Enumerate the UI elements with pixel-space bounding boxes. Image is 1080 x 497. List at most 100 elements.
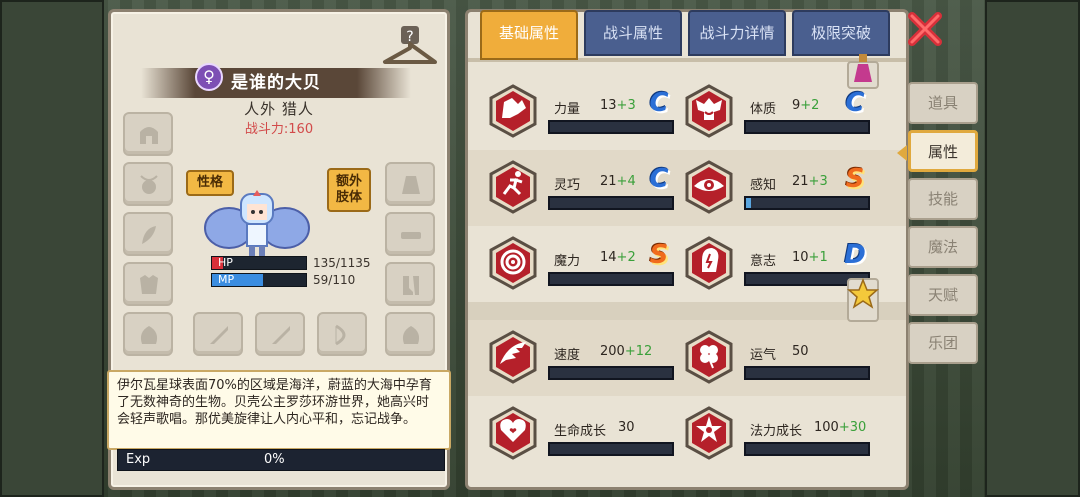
attribute-value: 21+3 [792, 174, 828, 189]
attribute-name: 生命成长 [554, 424, 607, 439]
attribute-base-value: 21 [792, 174, 809, 189]
sword-icon [272, 326, 290, 344]
attribute-name: 力量 [554, 102, 581, 117]
attribute-base-value: 50 [792, 344, 809, 359]
helmet-icon [140, 127, 158, 144]
hp-value: 135/1135 [313, 256, 371, 270]
side-tab-attributes[interactable]: 属性 [897, 130, 978, 172]
attribute-name: 法力成长 [750, 424, 803, 439]
section-divider [468, 302, 906, 320]
slot-ranged[interactable] [317, 312, 367, 356]
attribute-name: 运气 [750, 348, 777, 363]
strong-body-icon [685, 84, 733, 138]
attribute-value: 100+30 [814, 420, 866, 435]
svg-text:❤: ❤ [509, 427, 517, 437]
attribute-base-value: 30 [618, 420, 635, 435]
sword-icon [210, 326, 228, 344]
attribute-progress-bar [744, 196, 870, 210]
shell-icon [140, 326, 158, 344]
star-flame-icon [685, 406, 733, 460]
attribute-progress-bar [744, 120, 870, 134]
attribute-bonus: +30 [838, 420, 867, 435]
feather-icon [142, 226, 156, 244]
slot-weapon-1[interactable] [193, 312, 243, 356]
female-icon: ♀ [195, 63, 223, 91]
tab-basic-attributes[interactable]: 基础属性 [480, 10, 578, 60]
slot-ring-left[interactable] [123, 312, 173, 356]
spiral-icon [489, 236, 537, 290]
slot-head[interactable] [123, 112, 173, 156]
attribute-value: 30 [618, 420, 635, 435]
attribute-value: 14+2 [600, 250, 636, 265]
attribute-grade: C [649, 88, 669, 118]
attribute-value: 21+4 [600, 174, 636, 189]
tab-combat-attributes[interactable]: 战斗属性 [584, 10, 682, 56]
attribute-progress-bar [548, 120, 674, 134]
attribute-progress-bar [548, 366, 674, 380]
side-tab-magic[interactable]: 魔法 [908, 226, 978, 268]
clover-icon [685, 330, 733, 384]
amulet-icon [140, 175, 158, 194]
mp-bar: MP [211, 273, 307, 287]
attribute-base-value: 21 [600, 174, 617, 189]
attribute-value: 13+3 [600, 98, 636, 113]
slot-cloak[interactable] [123, 212, 173, 256]
running-man-icon [489, 160, 537, 214]
attribute-progress-bar [548, 196, 674, 210]
attribute-bonus: +3 [808, 174, 828, 189]
potion-icon[interactable] [846, 52, 880, 90]
attribute-value: 9+2 [792, 98, 819, 113]
attribute-name: 意志 [750, 254, 777, 269]
eye-icon [685, 160, 733, 214]
favorite-star-button[interactable] [847, 278, 879, 322]
background-scenery-right [985, 0, 1080, 497]
exp-label: Exp [126, 452, 151, 467]
slot-ring-right[interactable] [385, 312, 435, 356]
star-icon [847, 278, 879, 309]
attribute-name: 感知 [750, 178, 777, 193]
extra-limb-button[interactable]: 额外 肢体 [327, 168, 371, 212]
side-tab-items[interactable]: 道具 [908, 82, 978, 124]
wing-icon [489, 330, 537, 384]
slot-weapon-2[interactable] [255, 312, 305, 356]
character-name: 是谁的大贝 [231, 73, 321, 93]
slot-neck[interactable] [123, 162, 173, 206]
attribute-progress-fill [746, 198, 751, 208]
side-tab-skills[interactable]: 技能 [908, 178, 978, 220]
boots-icon [403, 276, 419, 295]
hp-bar: HP [211, 256, 307, 270]
slot-feet[interactable] [385, 262, 435, 306]
attribute-grade: C [649, 164, 669, 194]
character-panel: ? ♀ 是谁的大贝 人外 猎人 战斗力:160 性格 额外 肢体 HP 135/… [107, 9, 451, 490]
attribute-progress-bar [548, 272, 674, 286]
bow-icon [335, 324, 346, 346]
attribute-value: 50 [792, 344, 809, 359]
slot-body[interactable] [123, 262, 173, 306]
heart-icon: ❤ [489, 406, 537, 460]
side-tab-band[interactable]: 乐团 [908, 322, 978, 364]
shell-icon [402, 326, 420, 344]
attribute-value: 10+1 [792, 250, 828, 265]
attribute-grade: S [649, 240, 669, 270]
head-bolt-icon [685, 236, 733, 290]
attribute-bonus: +2 [800, 98, 820, 113]
slot-waist[interactable] [385, 212, 435, 256]
attribute-bonus: +1 [808, 250, 828, 265]
tab-power-details[interactable]: 战斗力详情 [688, 10, 786, 56]
slot-back[interactable] [385, 162, 435, 206]
cape-icon [402, 176, 420, 194]
attribute-grade: D [844, 240, 866, 270]
attribute-value: 200+12 [600, 344, 652, 359]
belt-icon [401, 232, 421, 239]
background-scenery-left [0, 0, 104, 497]
close-icon[interactable] [908, 12, 942, 46]
attribute-progress-bar [744, 366, 870, 380]
side-tab-talents[interactable]: 天赋 [908, 274, 978, 316]
attribute-name: 体质 [750, 102, 777, 117]
hanger-icon[interactable]: ? [381, 24, 439, 68]
tab-limit-break[interactable]: 极限突破 [792, 10, 890, 56]
attribute-base-value: 200 [600, 344, 625, 359]
armor-icon [140, 275, 158, 294]
exp-bar: Exp 0% [117, 449, 445, 471]
attribute-bonus: +3 [616, 98, 636, 113]
